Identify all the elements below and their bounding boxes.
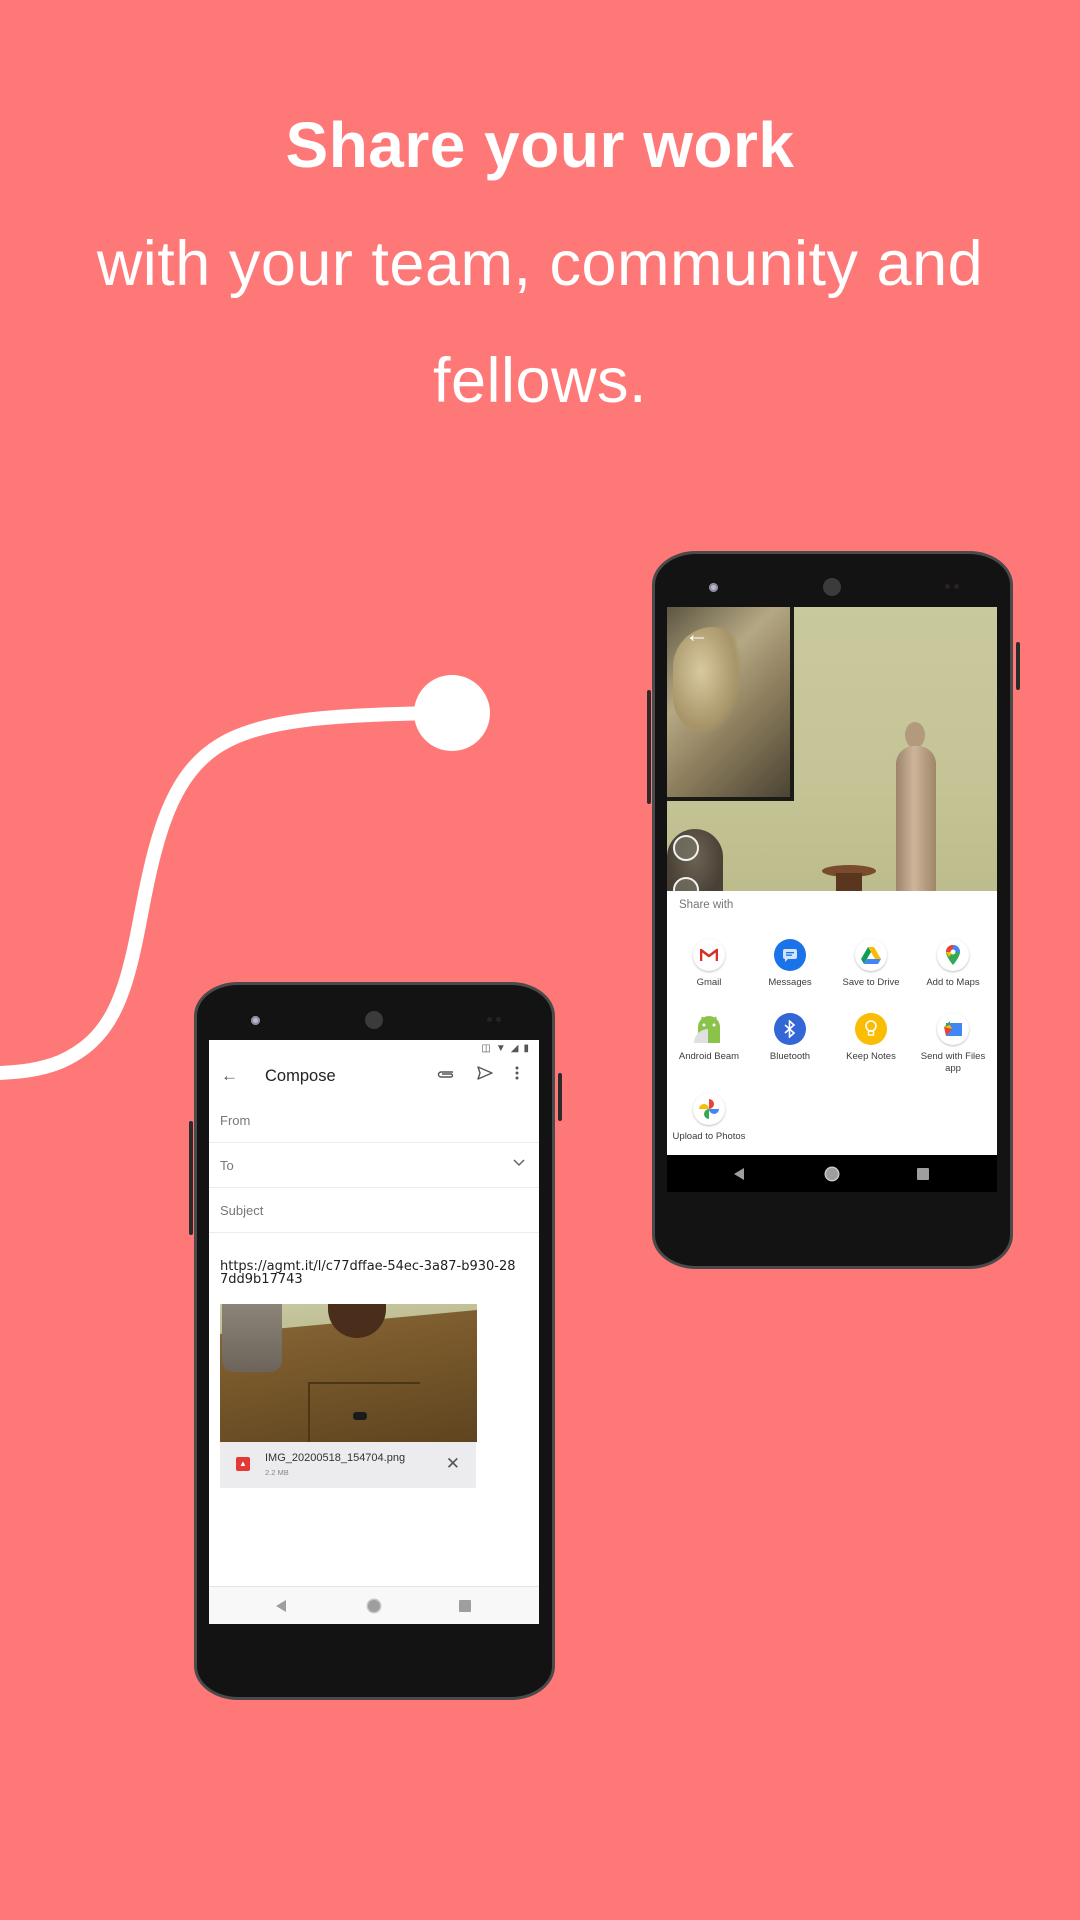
email-body-link[interactable]: https://agmt.it/l/c77dffae-54ec-3a87-b93…: [220, 1260, 520, 1286]
connector-dot: [414, 675, 490, 751]
compose-app-bar: ← Compose: [209, 1056, 539, 1098]
front-camera: [709, 583, 718, 592]
front-camera: [251, 1016, 260, 1025]
share-target-gmail[interactable]: Gmail: [669, 939, 749, 989]
attach-icon[interactable]: [437, 1066, 455, 1083]
more-options-icon[interactable]: [515, 1066, 519, 1084]
share-target-messages[interactable]: Messages: [750, 939, 830, 989]
chevron-down-icon[interactable]: [513, 1156, 525, 1170]
power-button: [558, 1073, 562, 1121]
volume-button: [189, 1121, 193, 1235]
to-field[interactable]: To: [209, 1143, 539, 1188]
share-target-label: Add to Maps: [926, 977, 980, 988]
keep-notes-icon: [855, 1013, 887, 1045]
share-target-label: Keep Notes: [846, 1051, 896, 1062]
wifi-icon: ▼: [495, 1042, 506, 1054]
nav-recents-icon[interactable]: [917, 1167, 929, 1180]
share-target-label: Send with Files app: [920, 1051, 986, 1074]
messages-icon: [774, 939, 806, 971]
attachment-filename: IMG_20200518_154704.png: [265, 1452, 406, 1464]
attachment-preview[interactable]: [220, 1304, 477, 1442]
android-beam-icon: [693, 1013, 725, 1045]
navigation-bar: [667, 1155, 997, 1192]
google-photos-icon: [693, 1093, 725, 1125]
vase: [328, 1304, 386, 1338]
phone-compose-email: ◫ ▼ ◢ ▮ ← Compose From To Subject https:…: [189, 982, 562, 1700]
share-target-maps[interactable]: Add to Maps: [913, 939, 993, 989]
share-target-files[interactable]: Send with Files app: [913, 1013, 993, 1075]
nav-back-icon[interactable]: [734, 1167, 744, 1180]
share-target-label: Bluetooth: [769, 1051, 811, 1062]
share-target-label: Gmail: [696, 977, 722, 988]
from-label: From: [220, 1113, 251, 1128]
share-target-label: Upload to Photos: [672, 1131, 746, 1142]
volume-button: [647, 690, 651, 804]
share-target-keep[interactable]: Keep Notes: [831, 1013, 911, 1063]
statue: [891, 722, 941, 891]
vase: [822, 865, 876, 891]
share-target-photos[interactable]: Upload to Photos: [669, 1093, 749, 1143]
subject-field[interactable]: Subject: [209, 1188, 539, 1233]
gmail-icon: [693, 939, 725, 971]
nav-home-icon[interactable]: [826, 1167, 838, 1180]
signal-icon: ◢: [510, 1042, 519, 1054]
vibrate-icon: ◫: [481, 1042, 491, 1054]
remove-attachment-icon[interactable]: ✕: [446, 1454, 460, 1474]
proximity-sensors: [945, 584, 959, 589]
bluetooth-icon: [774, 1013, 806, 1045]
to-label: To: [220, 1158, 234, 1173]
bust-sculpture: [222, 1304, 282, 1372]
navigation-bar: [209, 1586, 539, 1624]
battery-icon: ▮: [523, 1042, 529, 1054]
arrow-left-icon[interactable]: ←: [685, 623, 709, 647]
attachment-size: 2.2 MB: [265, 1468, 289, 1477]
share-target-bluetooth[interactable]: Bluetooth: [750, 1013, 830, 1063]
send-icon[interactable]: [477, 1066, 493, 1084]
phone-share-sheet: ← Share with Gmail Messages Save to Driv…: [647, 551, 1020, 1269]
share-target-label: Save to Drive: [842, 977, 900, 988]
image-file-icon: ▲: [236, 1457, 250, 1471]
files-app-icon: [937, 1013, 969, 1045]
drawer-handle: [353, 1412, 367, 1420]
google-drive-icon: [855, 939, 887, 971]
object-thumbnail[interactable]: [673, 835, 699, 861]
share-sheet: Share with Gmail Messages Save to Drive: [667, 891, 997, 1155]
share-target-android-beam[interactable]: Android Beam: [669, 1013, 749, 1063]
share-screen: ← Share with Gmail Messages Save to Driv…: [667, 607, 997, 1192]
nav-recents-icon[interactable]: [459, 1599, 471, 1612]
proximity-sensors: [487, 1017, 501, 1022]
compose-title: Compose: [265, 1067, 336, 1085]
nav-back-icon[interactable]: [276, 1599, 286, 1612]
compose-screen: ◫ ▼ ◢ ▮ ← Compose From To Subject https:…: [209, 1040, 539, 1624]
from-field[interactable]: From: [209, 1098, 539, 1143]
earpiece-speaker: [365, 1011, 383, 1029]
share-target-label: Messages: [768, 977, 812, 988]
share-target-drive[interactable]: Save to Drive: [831, 939, 911, 989]
earpiece-speaker: [823, 578, 841, 596]
power-button: [1016, 642, 1020, 690]
arrow-left-icon[interactable]: ←: [221, 1066, 238, 1086]
subject-placeholder: Subject: [220, 1203, 264, 1218]
photo-preview: ←: [667, 607, 997, 891]
attachment-chip[interactable]: ▲ IMG_20200518_154704.png 2.2 MB ✕: [220, 1442, 476, 1488]
status-bar: ◫ ▼ ◢ ▮: [209, 1040, 539, 1056]
google-maps-icon: [937, 939, 969, 971]
nav-home-icon[interactable]: [368, 1599, 380, 1612]
share-sheet-title: Share with: [679, 899, 734, 911]
share-target-label: Android Beam: [678, 1051, 740, 1062]
